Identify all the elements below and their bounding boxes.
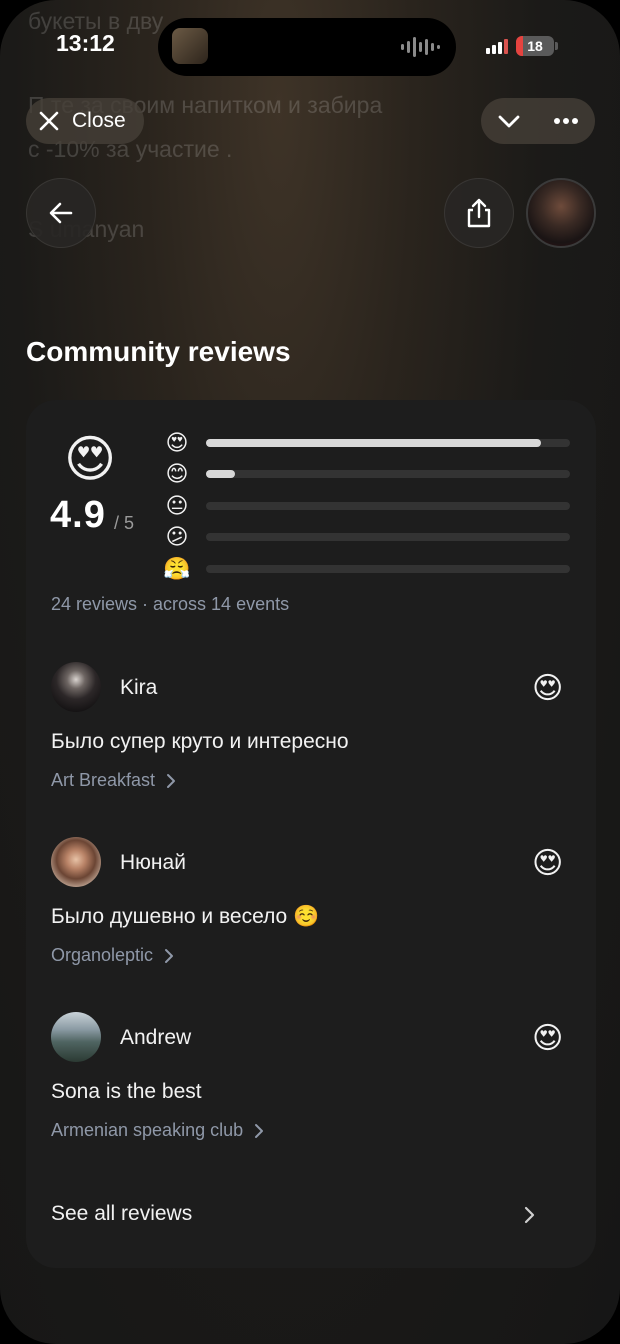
distribution-bar [206,533,570,541]
review-text: Sona is the best [51,1080,202,1103]
distribution-bar-fill [206,470,236,478]
rating-emoji: 😍 [64,431,117,487]
chevron-right-icon [165,948,174,963]
distribution-bar-fill [206,439,541,447]
top-right-controls [481,98,595,144]
chevron-right-icon [167,773,176,788]
distribution-emoji: 😕 [165,524,189,549]
rating-score: 4.9 [50,494,106,536]
rating-distribution-row: 😊 [163,460,573,488]
screen: букеты в дву П те за своим напитком и за… [0,0,620,1344]
rating-distribution-row: 😤 [163,555,573,583]
review-event-link[interactable]: Organoleptic [51,945,175,966]
review-emoji: 😍 [532,847,564,880]
see-all-reviews-link[interactable]: See all reviews [51,1202,192,1226]
reviewer-avatar[interactable] [51,662,101,712]
battery-level: 18 [527,38,543,54]
rating-distribution-row: 😍 [163,429,573,457]
share-icon [467,198,491,228]
reviewer-name[interactable]: Andrew [120,1026,191,1050]
host-avatar[interactable] [526,178,596,248]
share-button[interactable] [444,178,514,248]
rating-distribution-row: 😕 [163,523,573,551]
distribution-bar [206,502,570,510]
distribution-emoji: 😤 [163,556,191,581]
distribution-emoji: 😊 [165,461,189,486]
distribution-bar [206,470,570,478]
back-button[interactable] [26,178,96,248]
distribution-emoji: 😍 [165,430,189,455]
chevron-right-icon[interactable] [522,1206,536,1224]
reviewer-name[interactable]: Kira [120,676,157,700]
status-indicators: 18 [486,36,558,56]
audio-wave-icon [401,35,440,59]
rating-max: / 5 [114,513,135,533]
distribution-bar [206,565,570,573]
more-icon[interactable] [552,108,580,134]
status-time: 13:12 [56,30,115,56]
distribution-bar [206,439,570,447]
chevron-down-icon[interactable] [496,108,522,134]
review-text: Было душевно и весело ☺️ [51,905,320,928]
reviewer-avatar[interactable] [51,837,101,887]
close-icon [39,111,59,131]
review-event-name: Armenian speaking club [51,1120,244,1140]
review-event-link[interactable]: Armenian speaking club [51,1120,265,1141]
review-text: Было супер круто и интересно [51,730,349,753]
review-emoji: 😍 [532,672,564,705]
cellular-signal-icon [486,38,508,54]
arrow-left-icon [49,202,73,224]
now-playing-thumbnail [172,28,208,64]
review-event-link[interactable]: Art Breakfast [51,770,177,791]
reviewer-name[interactable]: Нюнай [120,851,186,875]
review-event-name: Organoleptic [51,945,154,965]
section-title: Community reviews [26,336,291,367]
rating-distribution-row: 😐 [163,492,573,520]
review-emoji: 😍 [532,1022,564,1055]
distribution-emoji: 😐 [165,493,189,518]
chevron-right-icon [255,1123,264,1138]
close-label: Close [72,109,126,132]
close-button[interactable]: Close [26,98,144,144]
review-event-name: Art Breakfast [51,770,156,790]
reviewer-avatar[interactable] [51,1012,101,1062]
reviews-summary: 24 reviews · across 14 events [51,594,290,614]
dynamic-island[interactable] [158,18,456,76]
battery-icon: 18 [516,36,558,56]
